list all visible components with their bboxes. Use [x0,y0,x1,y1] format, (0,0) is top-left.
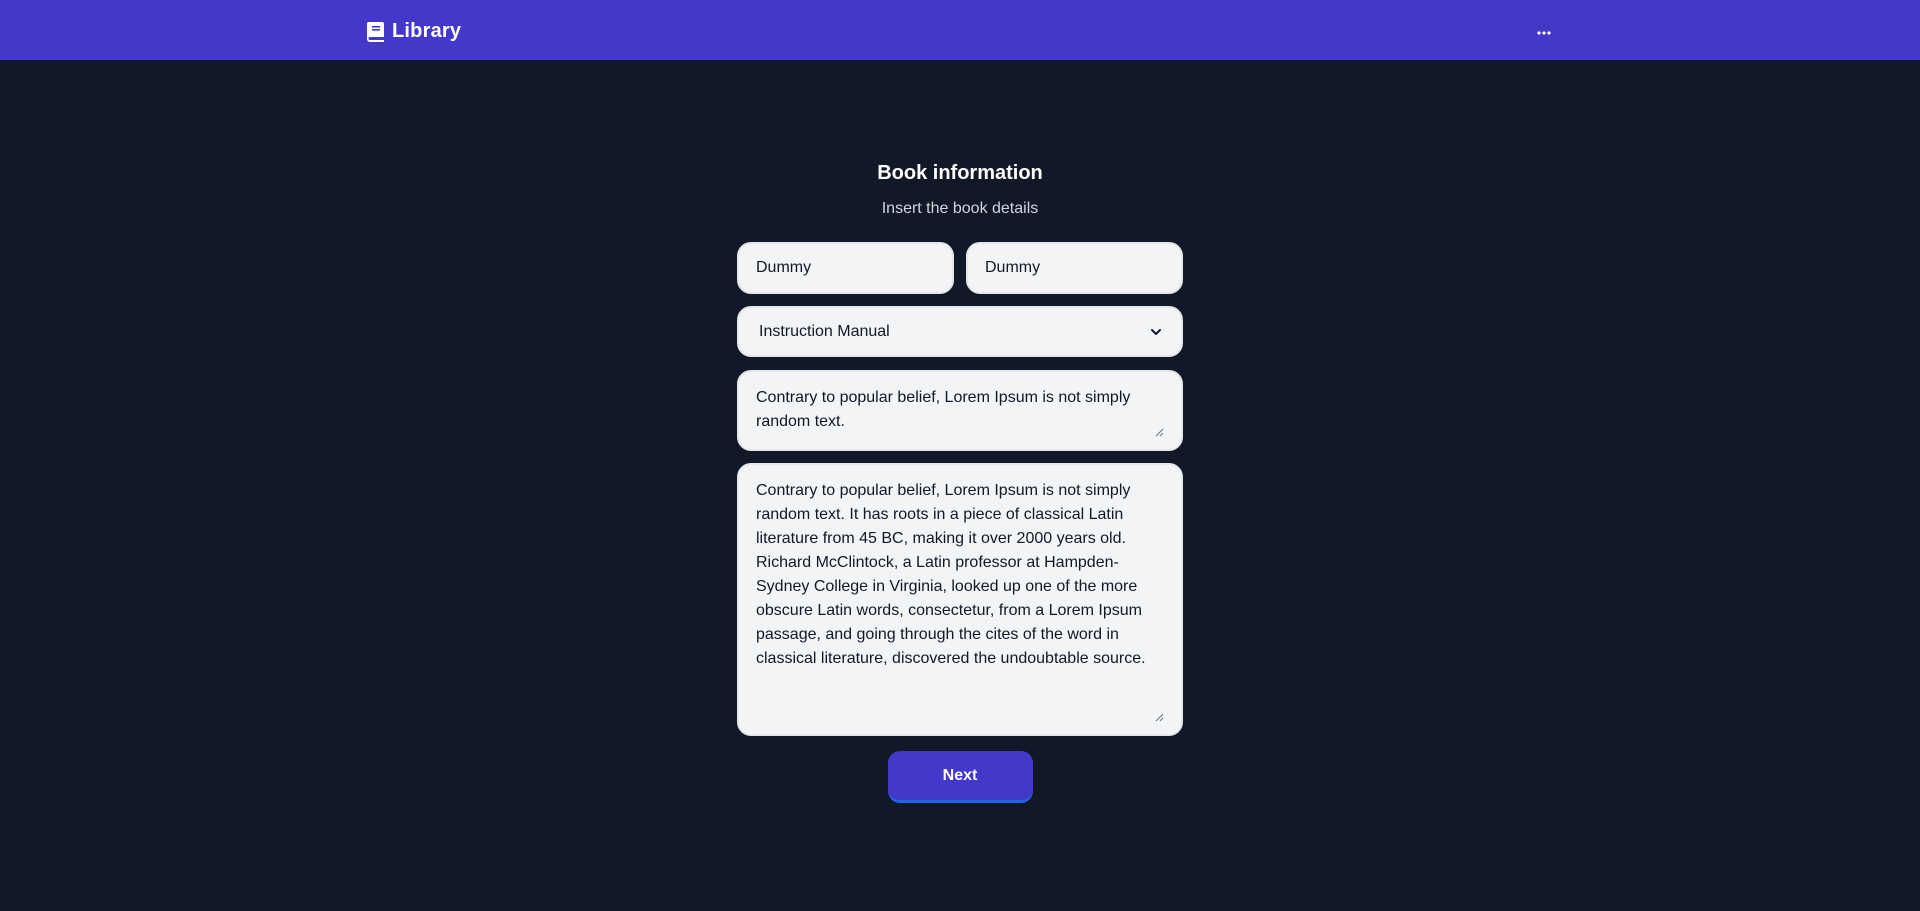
brand-link[interactable]: Library [367,20,461,43]
book-information-form: Book information Insert the book details… [737,155,1183,803]
chevron-down-icon [1149,325,1163,339]
text-input-1[interactable]: Dummy [737,242,954,294]
resize-handle-icon[interactable] [1154,421,1164,437]
page-subtitle: Insert the book details [881,200,1039,217]
page-title: Book information [877,162,1043,184]
name-fields-row: Dummy Dummy [737,242,1183,294]
next-button[interactable]: Next [887,751,1033,803]
more-options-button[interactable] [1530,16,1558,44]
long-description-text: Contrary to popular belief, Lorem Ipsum … [756,482,1146,667]
short-description-textarea[interactable]: Contrary to popular belief, Lorem Ipsum … [737,370,1183,451]
more-horizontal-icon [1537,23,1551,38]
book-icon [367,21,384,42]
category-select[interactable]: Instruction Manual [737,306,1183,357]
resize-handle-icon[interactable] [1154,706,1164,722]
category-select-value: Instruction Manual [759,322,890,340]
short-description-text: Contrary to popular belief, Lorem Ipsum … [756,389,1131,430]
text-input-2[interactable]: Dummy [966,242,1183,294]
brand-label: Library [392,20,462,42]
long-description-textarea[interactable]: Contrary to popular belief, Lorem Ipsum … [737,463,1183,736]
top-navbar: Library [0,0,1920,60]
